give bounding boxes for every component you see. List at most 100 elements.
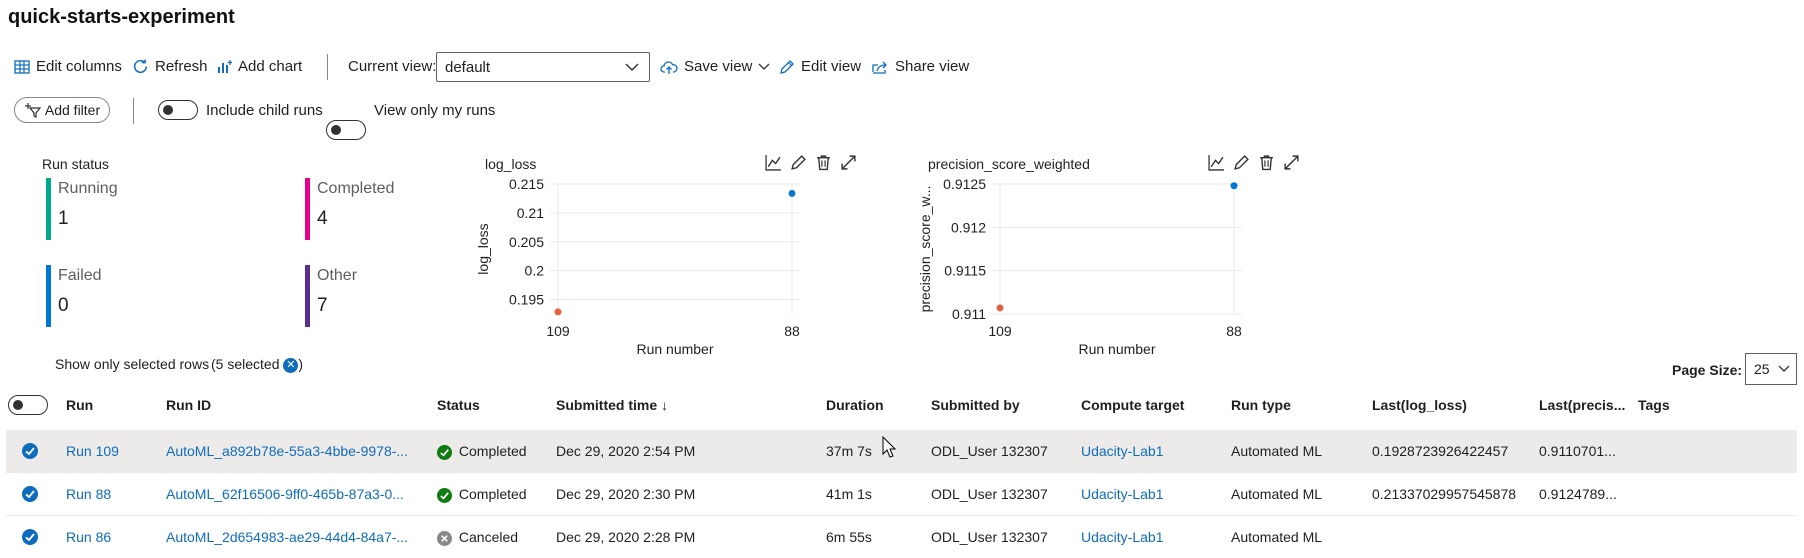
view-only-my-runs-label: View only my runs xyxy=(374,102,496,119)
status-tile-count: 1 xyxy=(58,208,69,229)
submitted-time-cell: Dec 29, 2020 2:28 PM xyxy=(556,529,696,545)
page-size-dropdown[interactable]: 25 xyxy=(1745,353,1797,385)
status-text: Completed xyxy=(458,443,527,459)
row-checkbox[interactable] xyxy=(22,529,38,545)
compute-target-link[interactable]: Udacity-Lab1 xyxy=(1081,430,1164,472)
chart-title: log_loss xyxy=(485,156,537,172)
data-point[interactable] xyxy=(996,304,1004,312)
compute-target-link[interactable]: Udacity-Lab1 xyxy=(1081,473,1164,515)
refresh-label: Refresh xyxy=(155,58,208,75)
run-status-title: Run status xyxy=(42,156,109,172)
last-precision-cell: 0.9124789... xyxy=(1539,486,1617,502)
column-header-run-id[interactable]: Run ID xyxy=(166,397,211,413)
column-header-run[interactable]: Run xyxy=(66,397,93,413)
view-only-my-runs-toggle[interactable] xyxy=(326,120,366,140)
clear-selection-icon[interactable]: ✕ xyxy=(283,357,299,373)
x-tick-label: 88 xyxy=(784,323,800,339)
run-type-cell: Automated ML xyxy=(1231,443,1323,459)
run-id-link[interactable]: AutoML_62f16506-9ff0-465b-87a3-0... xyxy=(166,473,404,515)
row-checkbox[interactable] xyxy=(22,443,38,459)
table-row[interactable]: Run 109 AutoML_a892b78e-55a3-4bbe-9978-.… xyxy=(6,430,1797,472)
edit-view-button[interactable]: Edit view xyxy=(779,58,861,75)
submitted-by-cell: ODL_User 132307 xyxy=(931,529,1048,545)
refresh-button[interactable]: Refresh xyxy=(132,58,208,75)
show-only-selected-toggle[interactable] xyxy=(8,395,48,415)
column-header-submitted-by[interactable]: Submitted by xyxy=(931,397,1020,413)
status-tile-bar xyxy=(305,178,310,240)
run-id-link[interactable]: AutoML_a892b78e-55a3-4bbe-9978-... xyxy=(166,430,408,472)
data-point[interactable] xyxy=(554,308,562,316)
edit-columns-label: Edit columns xyxy=(36,58,122,75)
save-view-button[interactable]: Save view xyxy=(660,58,770,75)
mouse-cursor-icon xyxy=(882,436,896,458)
status-tile-label: Completed xyxy=(317,180,395,197)
column-header-last-log-loss[interactable]: Last(log_loss) xyxy=(1372,397,1467,413)
pencil-icon[interactable] xyxy=(790,154,807,171)
status-tile-count: 0 xyxy=(58,295,69,316)
edit-view-label: Edit view xyxy=(801,58,862,75)
pencil-icon xyxy=(780,59,794,74)
completed-icon xyxy=(437,444,452,460)
add-chart-label: Add chart xyxy=(238,58,303,75)
add-filter-label: Add filter xyxy=(44,102,101,118)
add-chart-button[interactable]: Add chart xyxy=(216,58,302,75)
line-chart-icon[interactable] xyxy=(1208,154,1225,171)
data-point[interactable] xyxy=(788,189,796,197)
page-size-label: Page Size: xyxy=(1672,362,1743,378)
data-point[interactable] xyxy=(1230,182,1238,190)
selected-count-text: (5 selected xyxy=(211,356,280,372)
submitted-time-cell: Dec 29, 2020 2:54 PM xyxy=(556,443,696,459)
chart-actions xyxy=(1208,154,1300,171)
run-id-link[interactable]: AutoML_2d654983-ae29-44d4-84a7-... xyxy=(166,516,408,558)
status-tile-bar xyxy=(46,265,51,327)
expand-icon[interactable] xyxy=(840,154,857,171)
x-tick-label: 88 xyxy=(1226,323,1242,339)
status-tile-failed[interactable]: Failed 0 xyxy=(46,265,246,327)
run-link[interactable]: Run 109 xyxy=(66,430,119,472)
pencil-icon[interactable] xyxy=(1233,154,1250,171)
x-tick-label: 109 xyxy=(546,323,570,339)
submitted-by-cell: ODL_User 132307 xyxy=(931,443,1048,459)
table-columns-icon xyxy=(14,59,30,74)
status-tile-running[interactable]: Running 1 xyxy=(46,178,246,240)
compute-target-link[interactable]: Udacity-Lab1 xyxy=(1081,516,1164,558)
chevron-down-icon xyxy=(1778,365,1790,372)
status-tile-bar xyxy=(46,178,51,240)
status-cell: Canceled xyxy=(437,516,518,558)
status-cell: Completed xyxy=(437,473,527,515)
run-type-cell: Automated ML xyxy=(1231,529,1323,545)
column-header-last-precision[interactable]: Last(precis... xyxy=(1539,397,1625,413)
current-view-dropdown[interactable]: default xyxy=(436,52,650,82)
chevron-down-icon xyxy=(758,63,770,70)
column-header-run-type[interactable]: Run type xyxy=(1231,397,1291,413)
line-chart-icon[interactable] xyxy=(765,154,782,171)
column-header-status[interactable]: Status xyxy=(437,397,480,413)
row-checkbox[interactable] xyxy=(22,486,38,502)
canceled-icon xyxy=(437,530,452,546)
toolbar-divider xyxy=(327,54,328,80)
precision-score-chart: 0.9125 0.912 0.9115 0.911109 88 Run number pre… xyxy=(917,176,1242,357)
include-child-runs-toggle[interactable] xyxy=(158,100,198,120)
table-row[interactable]: Run 86 AutoML_2d654983-ae29-44d4-84a7-..… xyxy=(6,516,1797,558)
column-header-compute-target[interactable]: Compute target xyxy=(1081,397,1184,413)
trash-icon[interactable] xyxy=(1258,154,1275,171)
table-row[interactable]: Run 88 AutoML_62f16506-9ff0-465b-87a3-0.… xyxy=(6,473,1797,515)
trash-icon[interactable] xyxy=(815,154,832,171)
run-link[interactable]: Run 86 xyxy=(66,516,111,558)
chart-title: precision_score_weighted xyxy=(928,156,1090,172)
checkmark-icon xyxy=(25,490,35,499)
column-header-tags[interactable]: Tags xyxy=(1638,397,1670,413)
column-header-duration[interactable]: Duration xyxy=(826,397,884,413)
share-view-button[interactable]: Share view xyxy=(872,58,969,75)
y-tick-label: 0.912 xyxy=(951,219,986,235)
edit-columns-button[interactable]: Edit columns xyxy=(14,58,122,75)
share-icon xyxy=(872,61,887,74)
experiment-title: quick-starts-experiment xyxy=(8,6,235,28)
expand-icon[interactable] xyxy=(1283,154,1300,171)
status-tile-count: 7 xyxy=(317,295,328,316)
add-filter-button[interactable]: Add filter xyxy=(14,97,110,123)
current-view-value: default xyxy=(445,59,491,76)
column-header-submitted-time[interactable]: Submitted time ↓ xyxy=(556,397,668,413)
duration-cell: 6m 55s xyxy=(826,529,872,545)
run-link[interactable]: Run 88 xyxy=(66,473,111,515)
